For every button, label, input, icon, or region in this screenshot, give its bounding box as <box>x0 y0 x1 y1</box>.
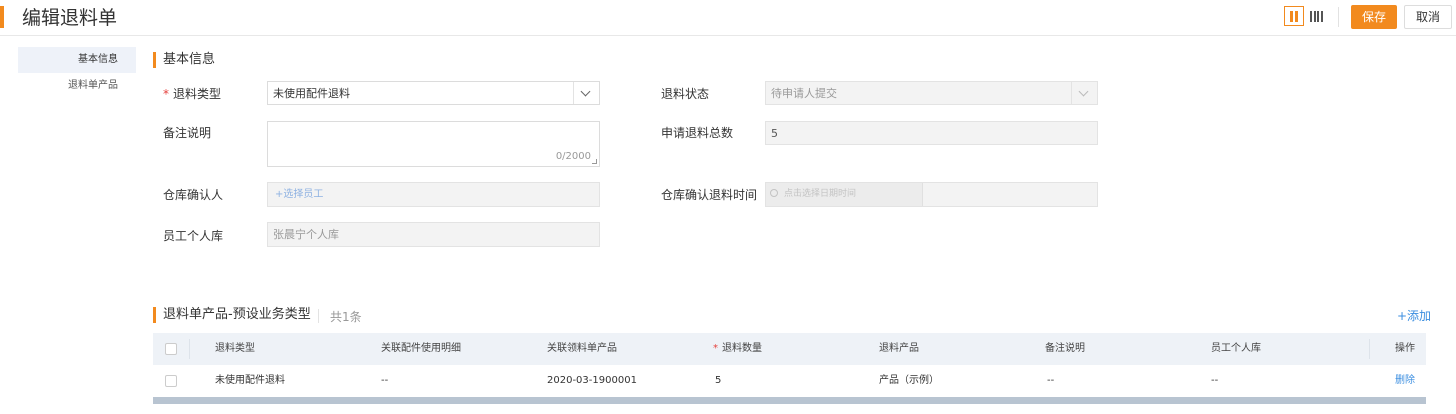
title-divider <box>318 309 319 323</box>
datetime-placeholder: 点击选择日期时间 <box>784 189 857 199</box>
horizontal-scrollbar[interactable] <box>153 397 1426 404</box>
page-title: 编辑退料单 <box>22 7 118 29</box>
return-status-select: 待申请人提交 <box>765 81 1098 105</box>
cell-return-type: 未使用配件退料 <box>215 375 285 386</box>
delete-row-link[interactable]: 删除 <box>1395 365 1415 397</box>
page-header: 编辑退料单 保存 取消 <box>0 0 1456 36</box>
datetime-input-box[interactable]: 点击选择日期时间 <box>766 183 923 206</box>
cell-usage-detail: -- <box>381 375 389 386</box>
column-header-usage-detail: 关联配件使用明细 <box>381 343 461 354</box>
remark-label: 备注说明 <box>163 126 212 140</box>
section-title-return-products: 退料单产品-预设业务类型 <box>153 307 311 323</box>
two-column-icon <box>1290 11 1298 22</box>
two-column-view-button[interactable] <box>1284 6 1304 26</box>
remark-textarea[interactable]: 0/2000 <box>267 121 600 167</box>
clock-icon <box>770 189 778 197</box>
four-column-icon <box>1310 11 1323 22</box>
cell-pick-product: 2020-03-1900001 <box>547 375 637 386</box>
warehouse-confirmer-label: 仓库确认人 <box>163 188 224 202</box>
column-header-employee-store: 员工个人库 <box>1211 343 1261 354</box>
select-employee-placeholder: +选择员工 <box>275 189 324 200</box>
employee-store-label: 员工个人库 <box>163 229 224 243</box>
warehouse-confirmer-picker[interactable]: +选择员工 <box>267 182 600 207</box>
column-header-remark: 备注说明 <box>1045 343 1085 354</box>
section-title-basic-info: 基本信息 <box>153 52 215 68</box>
column-header-return-product: 退料产品 <box>879 343 919 354</box>
chevron-down-icon <box>1071 82 1097 104</box>
row-count: 共1条 <box>330 310 362 324</box>
select-all-checkbox[interactable] <box>165 343 177 355</box>
total-qty-field: 5 <box>765 121 1098 145</box>
return-type-select[interactable]: 未使用配件退料 <box>267 81 600 105</box>
save-button[interactable]: 保存 <box>1351 5 1397 29</box>
required-marker: * <box>713 343 718 354</box>
cell-employee-store: -- <box>1211 375 1219 386</box>
cell-remark: -- <box>1047 375 1055 386</box>
cell-return-product: 产品（示例） <box>879 375 939 386</box>
four-column-view-button[interactable] <box>1306 6 1326 26</box>
column-divider <box>1369 339 1370 359</box>
return-status-label: 退料状态 <box>661 87 710 101</box>
column-header-return-type: 退料类型 <box>215 343 255 354</box>
chevron-down-icon <box>573 82 599 104</box>
resize-handle[interactable] <box>592 159 597 164</box>
employee-store-field: 张晨宁个人库 <box>267 222 600 247</box>
remark-char-counter: 0/2000 <box>555 151 591 162</box>
column-header-action: 操作 <box>1395 343 1415 354</box>
table-row: 未使用配件退料 -- 2020-03-1900001 5 产品（示例） -- -… <box>153 365 1426 397</box>
total-qty-label: 申请退料总数 <box>661 126 734 140</box>
return-type-label: * 退料类型 <box>163 87 222 101</box>
header-divider <box>1338 7 1339 27</box>
add-product-link[interactable]: +添加 <box>1397 307 1431 324</box>
title-accent-bar <box>0 6 4 28</box>
column-header-pick-product: 关联领料单产品 <box>547 343 617 354</box>
cancel-button[interactable]: 取消 <box>1404 5 1452 29</box>
warehouse-confirm-time-picker[interactable]: 点击选择日期时间 <box>765 182 1098 207</box>
table-header: 退料类型 关联配件使用明细 关联领料单产品 * 退料数量 退料产品 备注说明 员工… <box>153 333 1426 365</box>
total-qty-value: 5 <box>771 127 778 140</box>
employee-store-value: 张晨宁个人库 <box>273 228 339 241</box>
sidebar-item-return-products[interactable]: 退料单产品 <box>18 73 136 99</box>
required-marker: * <box>163 87 169 101</box>
column-header-return-qty: * 退料数量 <box>713 343 762 354</box>
row-checkbox[interactable] <box>165 375 177 387</box>
sidebar-item-basic-info[interactable]: 基本信息 <box>18 47 136 73</box>
column-divider <box>189 339 190 359</box>
return-status-value: 待申请人提交 <box>771 87 837 100</box>
cell-return-qty: 5 <box>715 375 722 386</box>
warehouse-confirm-time-label: 仓库确认退料时间 <box>661 188 758 202</box>
return-type-value: 未使用配件退料 <box>273 87 350 100</box>
